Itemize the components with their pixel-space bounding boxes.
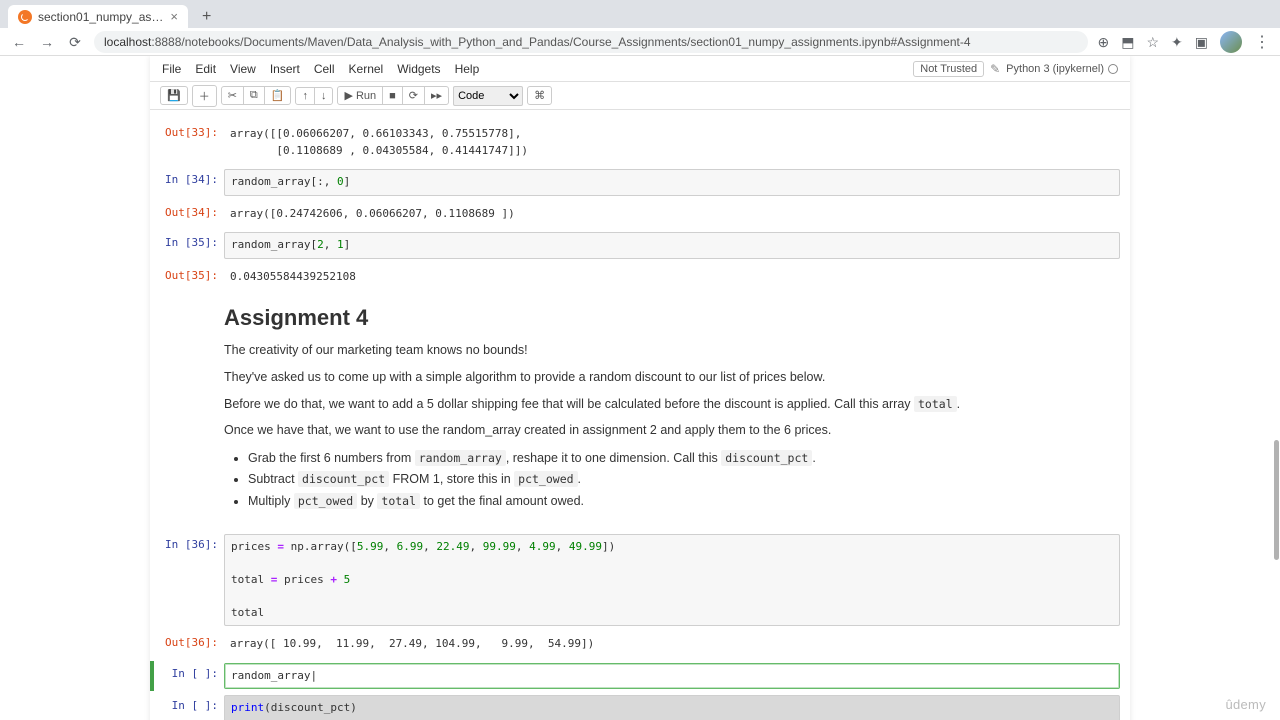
- jupyter-toolbar: 💾 ＋ ✂ ⧉ 📋 ↑ ↓ ▶ Run ■ ⟳ ▸▸ Code ⌘: [150, 82, 1130, 110]
- in-prompt: In [35]:: [160, 232, 224, 249]
- url-text: localhost:8888/notebooks/Documents/Maven…: [104, 35, 971, 49]
- notebook-container: File Edit View Insert Cell Kernel Widget…: [150, 56, 1130, 720]
- output-text: 0.04305584439252108: [224, 265, 1120, 290]
- code-cell[interactable]: In [36]: prices = np.array([5.99, 6.99, …: [150, 532, 1130, 629]
- code-input[interactable]: random_array|: [224, 663, 1120, 690]
- menu-view[interactable]: View: [230, 62, 256, 76]
- kernel-name: Python 3 (ipykernel): [1006, 63, 1104, 75]
- move-up-button[interactable]: ↑: [296, 88, 315, 104]
- list-item: Multiply pct_owed by total to get the fi…: [248, 491, 1118, 512]
- menu-cell[interactable]: Cell: [314, 62, 335, 76]
- insert-cell-button[interactable]: ＋: [193, 86, 216, 106]
- menu-file[interactable]: File: [162, 62, 181, 76]
- md-paragraph: The creativity of our marketing team kno…: [224, 341, 1118, 360]
- out-prompt: Out[34]:: [160, 202, 224, 219]
- restart-button[interactable]: ⟳: [403, 87, 425, 104]
- list-item: Grab the first 6 numbers from random_arr…: [248, 448, 1118, 469]
- back-button[interactable]: ←: [10, 34, 28, 50]
- install-icon[interactable]: ⬒: [1121, 34, 1134, 51]
- browser-chrome: section01_numpy_assignment × + ← → ⟳ loc…: [0, 0, 1280, 56]
- tab-bar: section01_numpy_assignment × +: [0, 0, 1280, 28]
- in-prompt: In [36]:: [160, 534, 224, 551]
- browser-tab[interactable]: section01_numpy_assignment ×: [8, 5, 188, 28]
- not-trusted-button[interactable]: Not Trusted: [913, 61, 984, 77]
- code-cell[interactable]: In [35]: random_array[2, 1]: [150, 230, 1130, 261]
- scrollbar[interactable]: [1274, 440, 1279, 560]
- move-down-button[interactable]: ↓: [315, 88, 333, 104]
- extensions-icon[interactable]: ✦: [1171, 34, 1183, 51]
- close-icon[interactable]: ×: [170, 9, 178, 24]
- watermark: ûdemy: [1225, 697, 1266, 712]
- output-cell: Out[35]: 0.04305584439252108: [150, 263, 1130, 292]
- notebook-page: File Edit View Insert Cell Kernel Widget…: [0, 56, 1280, 720]
- output-cell: Out[36]: array([ 10.99, 11.99, 27.49, 10…: [150, 630, 1130, 659]
- code-input[interactable]: random_array[2, 1]: [224, 232, 1120, 259]
- kernel-indicator[interactable]: Python 3 (ipykernel): [1006, 63, 1118, 75]
- menu-insert[interactable]: Insert: [270, 62, 300, 76]
- cells-area: Out[33]: array([[0.06066207, 0.66103343,…: [150, 110, 1130, 720]
- panel-icon[interactable]: ▣: [1195, 34, 1208, 51]
- code-input[interactable]: random_array[:, 0]: [224, 169, 1120, 196]
- output-cell: Out[33]: array([[0.06066207, 0.66103343,…: [150, 120, 1130, 165]
- url-bar[interactable]: localhost:8888/notebooks/Documents/Maven…: [94, 31, 1088, 53]
- zoom-icon[interactable]: ⊕: [1098, 34, 1110, 51]
- output-text: array([ 10.99, 11.99, 27.49, 104.99, 9.9…: [224, 632, 1120, 657]
- in-prompt: In [ ]:: [160, 695, 224, 712]
- menu-edit[interactable]: Edit: [195, 62, 216, 76]
- menu-widgets[interactable]: Widgets: [397, 62, 440, 76]
- bookmark-icon[interactable]: ☆: [1146, 34, 1159, 51]
- in-prompt: In [34]:: [160, 169, 224, 186]
- new-tab-button[interactable]: +: [196, 6, 217, 28]
- tab-title: section01_numpy_assignment: [38, 10, 164, 24]
- list-item: Subtract discount_pct FROM 1, store this…: [248, 469, 1118, 490]
- md-paragraph: Before we do that, we want to add a 5 do…: [224, 395, 1118, 414]
- md-paragraph: Once we have that, we want to use the ra…: [224, 421, 1118, 440]
- code-cell[interactable]: In [34]: random_array[:, 0]: [150, 167, 1130, 198]
- jupyter-menu-bar: File Edit View Insert Cell Kernel Widget…: [150, 56, 1130, 82]
- assignment-4-heading: Assignment 4: [224, 305, 1118, 331]
- output-cell: Out[34]: array([0.24742606, 0.06066207, …: [150, 200, 1130, 229]
- forward-button[interactable]: →: [38, 34, 56, 50]
- code-cell-selected[interactable]: In [ ]: random_array|: [150, 661, 1130, 692]
- code-input[interactable]: print(discount_pct) print(pct_owed) prin…: [224, 695, 1120, 720]
- code-cell[interactable]: In [ ]: print(discount_pct) print(pct_ow…: [150, 693, 1130, 720]
- kebab-icon[interactable]: ⋮: [1254, 32, 1270, 52]
- cell-type-select[interactable]: Code: [453, 86, 523, 106]
- paste-button[interactable]: 📋: [265, 87, 291, 104]
- browser-right-icons: ⊕ ⬒ ☆ ✦ ▣ ⋮: [1098, 31, 1271, 53]
- menu-kernel[interactable]: Kernel: [349, 62, 384, 76]
- code-input[interactable]: prices = np.array([5.99, 6.99, 22.49, 99…: [224, 534, 1120, 627]
- address-row: ← → ⟳ localhost:8888/notebooks/Documents…: [0, 28, 1280, 56]
- in-prompt: In [ ]:: [160, 663, 224, 680]
- output-text: array([0.24742606, 0.06066207, 0.1108689…: [224, 202, 1120, 227]
- menu-help[interactable]: Help: [455, 62, 480, 76]
- jupyter-icon: [18, 10, 32, 24]
- out-prompt: Out[36]:: [160, 632, 224, 649]
- avatar[interactable]: [1220, 31, 1242, 53]
- cut-button[interactable]: ✂: [222, 87, 244, 104]
- reload-button[interactable]: ⟳: [66, 34, 84, 51]
- run-button[interactable]: ▶ Run: [338, 87, 383, 104]
- md-list: Grab the first 6 numbers from random_arr…: [248, 448, 1118, 512]
- save-button[interactable]: 💾: [161, 87, 187, 104]
- pencil-icon[interactable]: ✎: [990, 62, 1000, 76]
- kernel-idle-icon: [1108, 64, 1118, 74]
- restart-run-all-button[interactable]: ▸▸: [425, 87, 448, 104]
- command-palette-button[interactable]: ⌘: [528, 87, 551, 104]
- copy-button[interactable]: ⧉: [244, 87, 265, 104]
- out-prompt: Out[35]:: [160, 265, 224, 282]
- out-prompt: Out[33]:: [160, 122, 224, 139]
- output-text: array([[0.06066207, 0.66103343, 0.755157…: [224, 122, 1120, 163]
- md-paragraph: They've asked us to come up with a simpl…: [224, 368, 1118, 387]
- markdown-cell[interactable]: Assignment 4 The creativity of our marke…: [150, 297, 1130, 526]
- interrupt-button[interactable]: ■: [383, 87, 403, 104]
